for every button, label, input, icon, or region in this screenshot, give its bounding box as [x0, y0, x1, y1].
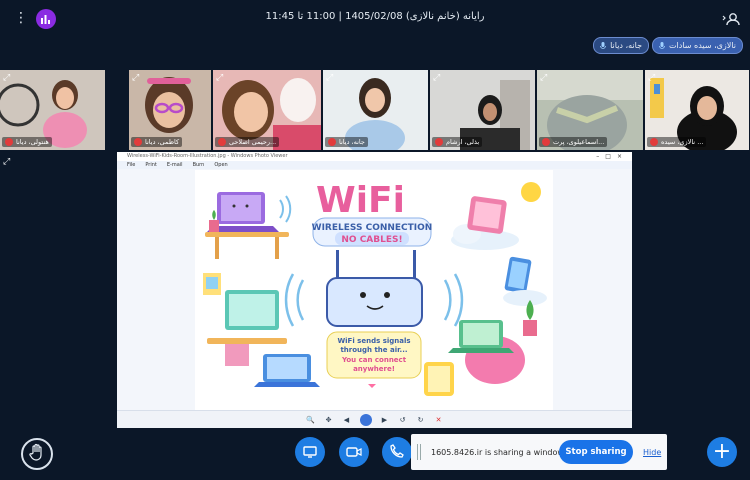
- poster-banner-line1: WIRELESS CONNECTION: [312, 223, 433, 233]
- menu-item[interactable]: E-mail: [167, 162, 183, 168]
- menu-item[interactable]: File: [127, 162, 135, 168]
- expand-icon[interactable]: ⤢: [433, 73, 443, 83]
- speaker-badge: جانه، دیانا: [593, 37, 650, 54]
- video-tiles: ⤢ نالازی، سیده ... ⤢ اسماعیلوی، پرت... ⤢…: [0, 70, 750, 150]
- active-speakers: جانه، دیانا نالازی، سیده سادات: [593, 37, 743, 54]
- expand-icon[interactable]: ⤢: [132, 73, 142, 83]
- mic-muted-icon: [542, 138, 550, 146]
- delete-icon[interactable]: ✕: [434, 415, 444, 425]
- tile-name: هنتولی، دیانا: [16, 138, 49, 146]
- poster-bubble-line4: anywhere!: [353, 365, 395, 373]
- tile-name: جانه، دیانا: [339, 138, 365, 146]
- video-tile[interactable]: ⤢ جانه، دیانا: [323, 70, 428, 150]
- window-title-text: Wireless-WiFi-Kids-Room-Illustration.jpg…: [127, 153, 288, 159]
- microphone-icon: [600, 41, 606, 50]
- camera-button[interactable]: [339, 437, 369, 467]
- hand-icon: [29, 443, 45, 465]
- poster-bubble-line2: through the air...: [340, 346, 407, 354]
- rotate-left-icon[interactable]: ↺: [398, 415, 408, 425]
- tile-namebar: جانه، دیانا: [325, 137, 368, 147]
- expand-icon[interactable]: ⤢: [216, 73, 226, 83]
- drag-handle-icon[interactable]: [417, 444, 423, 460]
- video-camera-icon: [346, 443, 362, 462]
- video-tile[interactable]: ⤢ رحیمی اصلاحی...: [213, 70, 321, 150]
- phone-icon: [390, 443, 404, 462]
- photo-viewer-canvas: WiFi WIRELESS CONNECTION NO CABLES! WiFi…: [117, 169, 632, 411]
- wifi-illustration: WiFi WIRELESS CONNECTION NO CABLES! WiFi…: [203, 180, 547, 396]
- mic-muted-icon: [218, 138, 226, 146]
- slideshow-icon[interactable]: [359, 413, 372, 426]
- rotate-right-icon[interactable]: ↻: [416, 415, 426, 425]
- wifi-poster: WiFi WIRELESS CONNECTION NO CABLES! WiFi…: [195, 170, 553, 410]
- participants-icon[interactable]: [722, 11, 740, 26]
- video-tile[interactable]: ⤢ هنتولی، دیانا: [0, 70, 105, 150]
- tile-namebar: کاظمی، دیانا: [131, 137, 183, 147]
- tile-namebar: بذلی، ارشام: [432, 137, 483, 147]
- monitor-icon: [303, 443, 317, 462]
- mic-muted-icon: [5, 138, 13, 146]
- tile-name: اسماعیلوی، پرت...: [553, 138, 605, 146]
- tile-namebar: هنتولی، دیانا: [2, 137, 52, 147]
- expand-icon[interactable]: ⤢: [326, 73, 336, 83]
- tile-namebar: نالازی، سیده ...: [647, 137, 707, 147]
- tile-name: کاظمی، دیانا: [145, 138, 180, 146]
- actions-plus-button[interactable]: +: [707, 437, 737, 467]
- zoom-icon[interactable]: 🔍: [306, 415, 316, 425]
- video-tile[interactable]: ⤢ بذلی، ارشام: [430, 70, 535, 150]
- window-controls: –□×: [596, 153, 628, 160]
- tile-name: رحیمی اصلاحی...: [229, 138, 277, 146]
- tile-name: بذلی، ارشام: [446, 138, 480, 146]
- tile-name: نالازی، سیده ...: [661, 138, 704, 146]
- menu-item[interactable]: Burn: [193, 162, 205, 168]
- stop-sharing-button[interactable]: Stop sharing: [559, 440, 633, 464]
- speaker-badge-label: جانه، دیانا: [610, 41, 643, 50]
- poster-heading: WiFi: [316, 180, 405, 221]
- top-bar: ⋮ رایانه (خانم نالازی) 1405/02/08 | 11:0…: [0, 0, 750, 36]
- previous-icon[interactable]: ◀: [342, 415, 352, 425]
- speaker-badge: نالازی، سیده سادات: [652, 37, 743, 54]
- microphone-icon: [659, 41, 665, 50]
- tile-namebar: رحیمی اصلاحی...: [215, 137, 280, 147]
- shared-window-title: Wireless-WiFi-Kids-Room-Illustration.jpg…: [117, 152, 632, 161]
- expand-icon[interactable]: ⤢: [648, 73, 658, 83]
- mic-muted-icon: [435, 138, 443, 146]
- shared-screen[interactable]: Wireless-WiFi-Kids-Room-Illustration.jpg…: [117, 152, 632, 428]
- speaker-badge-label: نالازی، سیده سادات: [669, 41, 736, 50]
- next-icon[interactable]: ▶: [380, 415, 390, 425]
- poster-bubble-line3: You can connect: [341, 356, 407, 364]
- meeting-title: رایانه (خانم نالازی) 1405/02/08 | 11:00 …: [265, 11, 485, 22]
- expand-icon[interactable]: ⤢: [3, 73, 13, 83]
- plus-icon: +: [712, 439, 732, 464]
- menu-item[interactable]: Print: [145, 162, 157, 168]
- sharing-status-text: 1605.8426.ir is sharing a window.: [431, 447, 566, 457]
- video-tile[interactable]: ⤢ اسماعیلوی، پرت...: [537, 70, 643, 150]
- share-screen-button[interactable]: [295, 437, 325, 467]
- mic-muted-icon: [328, 138, 336, 146]
- poster-banner-line2: NO CABLES!: [341, 235, 402, 245]
- fit-icon[interactable]: ✥: [324, 415, 334, 425]
- screen-sharing-banner: 1605.8426.ir is sharing a window. Stop s…: [411, 434, 667, 470]
- tile-namebar: اسماعیلوی، پرت...: [539, 137, 608, 147]
- expand-share-icon[interactable]: ⤢: [3, 157, 13, 167]
- hide-link[interactable]: Hide: [643, 448, 661, 457]
- menu-item[interactable]: Open: [214, 162, 227, 168]
- expand-icon[interactable]: ⤢: [540, 73, 550, 83]
- photo-viewer-toolbar: 🔍 ✥ ◀ ▶ ↺ ↻ ✕: [117, 410, 632, 428]
- raise-hand-button[interactable]: [21, 438, 53, 470]
- video-tile[interactable]: ⤢ نالازی، سیده ...: [645, 70, 749, 150]
- video-tile[interactable]: ⤢ کاظمی، دیانا: [129, 70, 211, 150]
- audio-button[interactable]: [382, 437, 412, 467]
- mic-muted-icon: [134, 138, 142, 146]
- poster-bubble-line1: WiFi sends signals: [337, 337, 410, 345]
- mic-muted-icon: [650, 138, 658, 146]
